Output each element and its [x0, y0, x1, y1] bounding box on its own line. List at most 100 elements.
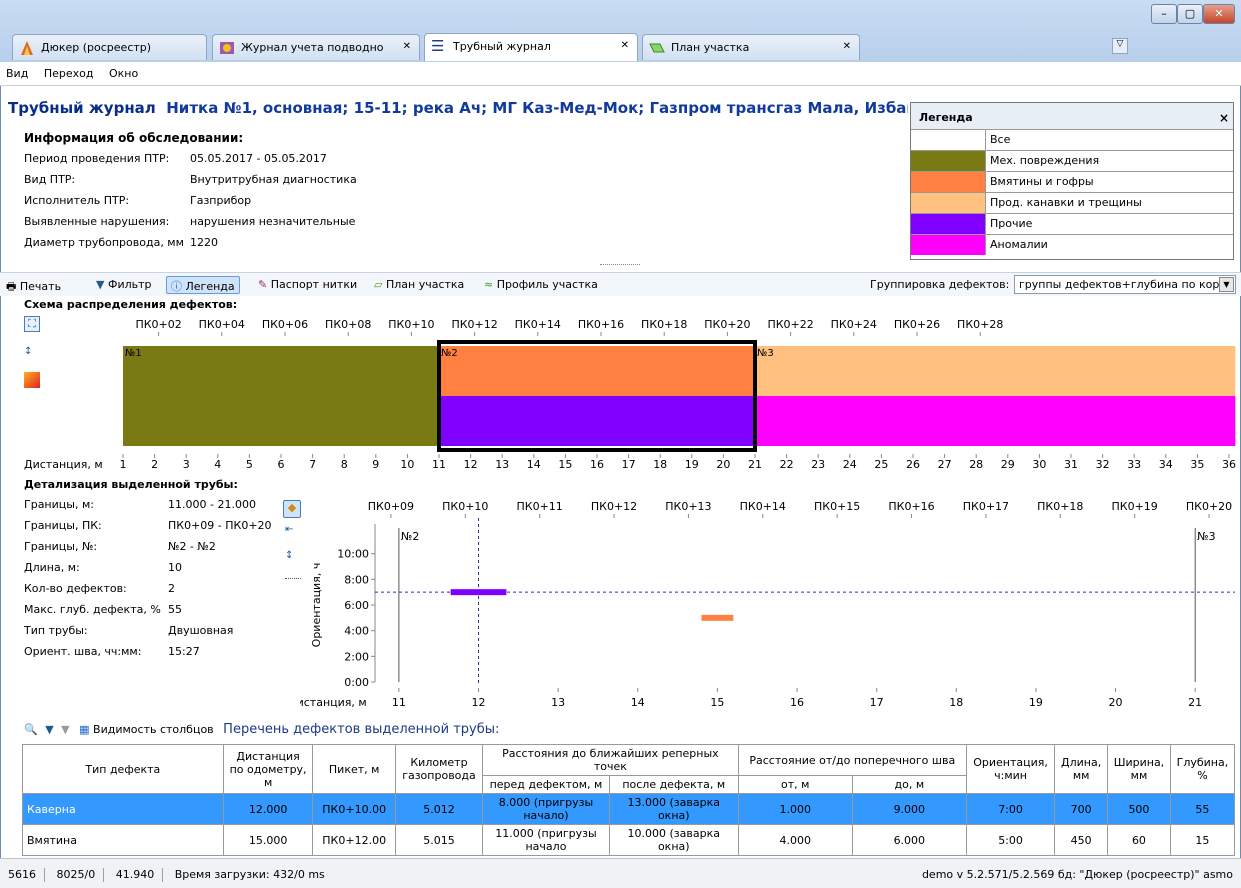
cell-orient: 7:00	[965, 793, 1056, 825]
filter-button[interactable]: ▼ Фильтр	[96, 276, 152, 294]
legend-row[interactable]: Все	[911, 129, 1233, 150]
legend-swatch	[911, 214, 986, 234]
maximize-button[interactable]: ▢	[1177, 4, 1203, 24]
pk-label: ПК0+12	[451, 318, 497, 331]
col-ref-group[interactable]: Расстояния до ближайших реперных точек	[482, 744, 739, 776]
col-seam-to[interactable]: до, м	[851, 775, 967, 794]
expand-icon[interactable]: ⇤	[285, 524, 293, 535]
tag-icon[interactable]: ◆	[283, 500, 301, 518]
passport-button[interactable]: ✎ Паспорт нитки	[258, 276, 357, 294]
x-tick: 13	[551, 696, 565, 709]
x-tick: 17	[870, 696, 884, 709]
pipe-segment	[439, 346, 755, 396]
print-button[interactable]: 🖶 Печать	[6, 276, 61, 294]
legend-row[interactable]: Аномалии	[911, 234, 1233, 255]
cell-depth: 55	[1169, 793, 1236, 825]
pipe-label: №1	[125, 348, 142, 359]
distance-tick: 12	[464, 458, 478, 471]
survey-value: 1220	[190, 236, 218, 249]
splitter-handle[interactable]	[600, 264, 640, 266]
table-row[interactable]: Вмятина 15.000 ПК0+12.00 5.015 11.000 (пригр…	[22, 824, 1236, 856]
pk-label: ПК0+14	[740, 500, 786, 513]
close-icon[interactable]: ✕	[403, 41, 411, 52]
page-title-pipeline: Нитка №1, основная; 15-11; река Ач; МГ К…	[166, 99, 908, 117]
tab-plan[interactable]: План участка ✕	[642, 34, 860, 60]
list-toolbar: 🔍 ▼ ▼ ▦ Видимость столбцов Перечень дефе…	[24, 722, 499, 737]
tab-journal[interactable]: Журнал учета подводно ✕	[212, 34, 420, 60]
pk-label: ПК0+16	[578, 318, 624, 331]
cell-type: Каверна	[22, 793, 224, 825]
columns-button[interactable]: ▦ Видимость столбцов	[79, 723, 214, 736]
menu-go[interactable]: Переход	[38, 62, 100, 80]
detail-label: Ориент. шва, чч:мм:	[24, 645, 142, 658]
defect-mark	[701, 614, 734, 621]
col-seam-group[interactable]: Расстояние от/до поперечного шва	[737, 744, 967, 776]
chevron-down-icon[interactable]: ▼	[1219, 277, 1234, 292]
clear-filter-icon[interactable]: ▼	[61, 723, 69, 736]
distance-tick: 10	[400, 458, 414, 471]
cell-before: 8.000 (пригрузы начало)	[482, 793, 610, 825]
distance-tick: 34	[1159, 458, 1173, 471]
legend-row[interactable]: Мех. повреждения	[911, 150, 1233, 171]
close-icon[interactable]: ✕	[843, 41, 851, 52]
sort-icon[interactable]: ↕	[285, 550, 293, 561]
cell-from: 1.000	[737, 793, 853, 825]
legend-header: Легенда ×	[911, 103, 1233, 129]
table-row[interactable]: Каверна 12.000 ПК0+10.00 5.012 8.000 (пригру…	[22, 793, 1236, 825]
window-close-button[interactable]: ✕	[1203, 4, 1235, 24]
col-width[interactable]: Ширина, мм	[1107, 744, 1171, 794]
detail-label: Макс. глуб. дефекта, %	[24, 603, 161, 616]
distance-tick: 25	[874, 458, 888, 471]
grouping-select[interactable]: группы дефектов+глубина по корр ▼	[1014, 275, 1236, 294]
detail-label: Кол-во дефектов:	[24, 582, 127, 595]
plan-button[interactable]: ▱ План участка	[374, 276, 464, 294]
binoculars-icon[interactable]: 🔍	[24, 723, 38, 736]
minimize-button[interactable]: –	[1151, 4, 1177, 24]
pk-label: ПК0+22	[767, 318, 813, 331]
tab-duker[interactable]: Дюкер (росреестр)	[12, 34, 207, 60]
col-orient[interactable]: Ориентация, ч:мин	[965, 744, 1056, 794]
pk-label: ПК0+18	[1037, 500, 1083, 513]
info-icon: ⓘ	[171, 280, 182, 293]
tab-pipe-journal[interactable]: ☰ Трубный журнал ✕	[424, 33, 638, 61]
close-icon[interactable]: ✕	[621, 40, 629, 51]
col-seam-from[interactable]: от, м	[737, 775, 853, 794]
status-id: 5616	[8, 868, 36, 881]
legend-close-icon[interactable]: ×	[1219, 111, 1229, 125]
col-ref-after[interactable]: после дефекта, м	[608, 775, 739, 794]
defects-table: Тип дефекта Дистанция по одометру, м Пик…	[22, 744, 1236, 876]
tab-dropdown-icon[interactable]: ▽	[1112, 38, 1128, 54]
gridline-icon[interactable]	[285, 578, 301, 579]
legend-row[interactable]: Прочие	[911, 213, 1233, 234]
distance-tick: 8	[341, 458, 348, 471]
menu-view[interactable]: Вид	[0, 62, 34, 80]
col-depth[interactable]: Глубина, %	[1169, 744, 1236, 794]
detail-value: 2	[168, 582, 175, 595]
distance-tick: 1	[120, 458, 127, 471]
pk-label: ПК0+28	[957, 318, 1003, 331]
col-km[interactable]: Километр газопровода	[394, 744, 484, 794]
legend-row[interactable]: Вмятины и гофры	[911, 171, 1233, 192]
col-ref-before[interactable]: перед дефектом, м	[482, 775, 610, 794]
pipe-segment	[755, 346, 1236, 396]
distance-tick: 6	[278, 458, 285, 471]
cell-before: 11.000 (пригрузы начало	[482, 824, 610, 856]
x-tick: 11	[392, 696, 406, 709]
col-length[interactable]: Длина, мм	[1054, 744, 1109, 794]
tab-label: Дюкер (росреестр)	[41, 41, 152, 54]
menu-bar: Вид Переход Окно	[0, 62, 1241, 86]
col-odometer[interactable]: Дистанция по одометру, м	[222, 744, 314, 794]
survey-label: Период проведения ПТР:	[24, 152, 170, 165]
col-type[interactable]: Тип дефекта	[22, 744, 224, 794]
distance-tick: 32	[1096, 458, 1110, 471]
filter-icon[interactable]: ▼	[45, 723, 53, 736]
legend-button[interactable]: ⓘ Легенда	[166, 276, 240, 294]
distance-tick: 26	[906, 458, 920, 471]
profile-button[interactable]: ≈ Профиль участка	[484, 276, 598, 294]
legend-row[interactable]: Прод. канавки и трещины	[911, 192, 1233, 213]
grouping-value: группы дефектов+глубина по корр	[1019, 278, 1227, 291]
cell-length: 700	[1054, 793, 1109, 825]
menu-window[interactable]: Окно	[103, 62, 144, 80]
col-picket[interactable]: Пикет, м	[312, 744, 396, 794]
pipe-label: №3	[757, 348, 774, 359]
